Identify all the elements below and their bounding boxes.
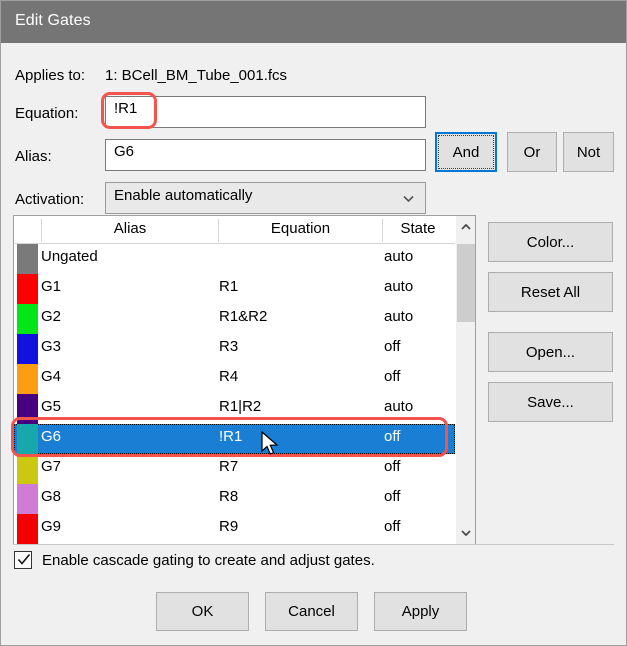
gates-list-rows: Ungated auto G1 R1 auto G2 R1&R2 auto G3 R3 off G4 R…: [14, 244, 455, 544]
reset-all-button-label: Reset All: [521, 284, 580, 301]
equation-input[interactable]: !R1: [105, 96, 426, 128]
cell-alias: G5: [41, 398, 61, 415]
open-button-label: Open...: [526, 344, 575, 361]
reset-all-button[interactable]: Reset All: [488, 272, 613, 312]
scrollbar-thumb[interactable]: [457, 244, 475, 322]
cell-state: off: [384, 488, 400, 505]
and-button-label: And: [453, 144, 480, 161]
color-button[interactable]: Color...: [488, 222, 613, 262]
cell-state: off: [384, 458, 400, 475]
cell-state: off: [384, 428, 400, 445]
dialog-body: Applies to: 1: BCell_BM_Tube_001.fcs Equ…: [1, 43, 627, 646]
table-row[interactable]: G8 R8 off: [14, 484, 455, 514]
gate-color-swatch[interactable]: [17, 274, 38, 304]
window-title: Edit Gates: [15, 12, 91, 30]
alias-label: Alias:: [15, 148, 52, 165]
table-row[interactable]: G7 R7 off: [14, 454, 455, 484]
cell-state: off: [384, 338, 400, 355]
gates-list[interactable]: Alias Equation State Ungated auto G1 R1 auto…: [13, 215, 476, 545]
gate-color-swatch[interactable]: [17, 514, 38, 544]
cell-equation: R7: [219, 458, 238, 475]
table-row[interactable]: G4 R4 off: [14, 364, 455, 394]
applies-to-label: Applies to:: [15, 67, 85, 84]
cell-alias: G4: [41, 368, 61, 385]
edit-gates-dialog: Edit Gates Applies to: 1: BCell_BM_Tube_…: [0, 0, 627, 646]
cell-equation: R1&R2: [219, 308, 267, 325]
and-button[interactable]: And: [435, 132, 497, 172]
table-row[interactable]: G3 R3 off: [14, 334, 455, 364]
cell-state: auto: [384, 308, 413, 325]
cell-equation: R8: [219, 488, 238, 505]
table-row[interactable]: G6 !R1 off: [14, 424, 455, 454]
chevron-down-icon: [402, 192, 415, 205]
activation-select[interactable]: Enable automatically: [105, 182, 426, 214]
cell-alias: G1: [41, 278, 61, 295]
chevron-down-icon[interactable]: [456, 522, 476, 544]
color-button-label: Color...: [527, 234, 575, 251]
save-button[interactable]: Save...: [488, 382, 613, 422]
check-icon: [17, 553, 31, 572]
cascade-gating-checkbox[interactable]: [14, 551, 32, 569]
cell-state: auto: [384, 248, 413, 265]
chevron-up-icon[interactable]: [456, 216, 476, 238]
equation-label: Equation:: [15, 105, 78, 122]
gates-list-scrollbar[interactable]: [455, 216, 475, 544]
not-button-label: Not: [577, 144, 600, 161]
cascade-gating-checkbox-row[interactable]: Enable cascade gating to create and adju…: [14, 551, 375, 569]
cell-alias: G3: [41, 338, 61, 355]
applies-to-value: 1: BCell_BM_Tube_001.fcs: [105, 67, 287, 84]
or-button[interactable]: Or: [507, 132, 557, 172]
title-bar: Edit Gates: [1, 1, 627, 43]
cell-equation: R3: [219, 338, 238, 355]
open-button[interactable]: Open...: [488, 332, 613, 372]
footer-divider: [13, 544, 614, 545]
gates-list-header: Alias Equation State: [14, 216, 455, 244]
cell-equation: R9: [219, 518, 238, 535]
ok-button-label: OK: [192, 603, 214, 620]
cell-equation: R1|R2: [219, 398, 261, 415]
cell-alias: Ungated: [41, 248, 98, 265]
gate-color-swatch[interactable]: [17, 484, 38, 514]
cascade-gating-label: Enable cascade gating to create and adju…: [42, 552, 375, 569]
alias-input[interactable]: G6: [105, 139, 426, 171]
gate-color-swatch[interactable]: [17, 454, 38, 484]
save-button-label: Save...: [527, 394, 574, 411]
table-row[interactable]: G9 R9 off: [14, 514, 455, 544]
apply-button[interactable]: Apply: [374, 592, 467, 631]
cell-alias: G8: [41, 488, 61, 505]
or-button-label: Or: [524, 144, 541, 161]
activation-label: Activation:: [15, 191, 84, 208]
gate-color-swatch[interactable]: [17, 304, 38, 334]
table-row[interactable]: G5 R1|R2 auto: [14, 394, 455, 424]
table-row[interactable]: G2 R1&R2 auto: [14, 304, 455, 334]
column-header-alias[interactable]: Alias: [42, 220, 218, 237]
cancel-button[interactable]: Cancel: [265, 592, 358, 631]
cell-state: off: [384, 518, 400, 535]
cell-alias: G7: [41, 458, 61, 475]
cell-alias: G2: [41, 308, 61, 325]
cell-alias: G6: [41, 428, 61, 445]
not-button[interactable]: Not: [563, 132, 614, 172]
column-header-state[interactable]: State: [383, 220, 453, 237]
cell-equation: R1: [219, 278, 238, 295]
gate-color-swatch[interactable]: [17, 334, 38, 364]
gate-color-swatch[interactable]: [17, 244, 38, 274]
cell-state: auto: [384, 398, 413, 415]
apply-button-label: Apply: [402, 603, 440, 620]
cell-alias: G9: [41, 518, 61, 535]
table-row[interactable]: G1 R1 auto: [14, 274, 455, 304]
cell-equation: !R1: [219, 428, 242, 445]
cell-state: auto: [384, 278, 413, 295]
gate-color-swatch[interactable]: [17, 424, 38, 454]
cancel-button-label: Cancel: [288, 603, 335, 620]
column-header-equation[interactable]: Equation: [219, 220, 382, 237]
ok-button[interactable]: OK: [156, 592, 249, 631]
cell-state: off: [384, 368, 400, 385]
gate-color-swatch[interactable]: [17, 364, 38, 394]
activation-selected-value: Enable automatically: [114, 187, 252, 204]
cell-equation: R4: [219, 368, 238, 385]
gate-color-swatch[interactable]: [17, 394, 38, 424]
table-row[interactable]: Ungated auto: [14, 244, 455, 274]
